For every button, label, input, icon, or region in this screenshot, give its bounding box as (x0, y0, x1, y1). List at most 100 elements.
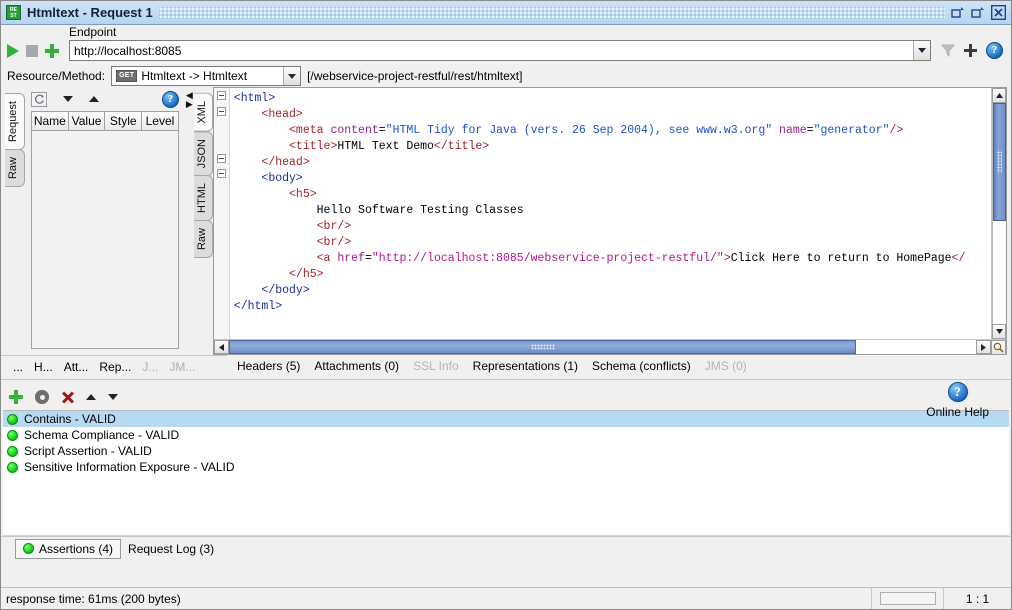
window-title: Htmltext - Request 1 (27, 5, 153, 20)
parameters-table-body[interactable] (32, 131, 178, 348)
resource-method-combo[interactable]: GET Htmltext -> Htmltext (111, 66, 302, 86)
tab-request-log[interactable]: Request Log (3) (121, 540, 221, 558)
tab-html[interactable]: HTML (193, 174, 213, 221)
fold-toggle-icon[interactable] (216, 106, 226, 116)
scroll-down-button[interactable] (992, 324, 1007, 339)
scroll-left-button[interactable] (213, 340, 229, 354)
scroll-right-button[interactable] (976, 340, 992, 354)
endpoint-dropdown-button[interactable] (913, 41, 930, 60)
status-ratio: 1 : 1 (943, 587, 1011, 609)
help-icon[interactable]: ? (161, 90, 179, 108)
delete-assertion-button[interactable] (61, 391, 74, 404)
column-header-level[interactable]: Level (142, 112, 178, 131)
column-header-value[interactable]: Value (68, 112, 106, 131)
code-line: <br/> (316, 236, 352, 249)
tab-jms-headers[interactable]: J... (142, 360, 158, 374)
list-item[interactable]: Contains - VALID (3, 411, 1009, 427)
endpoint-label: Endpoint (69, 25, 117, 39)
tab-response-representations[interactable]: Representations (1) (473, 359, 578, 373)
help-icon[interactable]: ? (986, 42, 1003, 59)
vertical-scroll-thumb[interactable] (993, 103, 1007, 221)
response-vertical-scrollbar[interactable] (991, 88, 1007, 339)
code-line: </html> (233, 300, 283, 313)
tab-json[interactable]: JSON (193, 130, 213, 176)
column-header-style[interactable]: Style (105, 112, 143, 131)
close-icon[interactable] (991, 5, 1006, 20)
response-code[interactable]: <html> <head> <meta content="HTML Tidy f… (230, 88, 991, 339)
assertions-list[interactable]: Contains - VALID Schema Compliance - VAL… (3, 410, 1009, 536)
tab-raw-request[interactable]: Raw (5, 148, 25, 187)
code-line: <title>HTML Text Demo</title> (289, 140, 490, 153)
tab-request[interactable]: Request (5, 93, 25, 150)
endpoint-tools: ? (931, 42, 1005, 61)
refresh-icon[interactable] (31, 91, 47, 107)
scroll-thumb-grip (997, 151, 1003, 173)
online-help-button[interactable]: ? Online Help (926, 382, 989, 419)
response-horizontal-scrollbar[interactable] (213, 339, 1007, 355)
tab-params[interactable]: ... (13, 360, 23, 374)
status-bar: response time: 61ms (200 bytes) 1 : 1 (1, 587, 1011, 609)
restore-icon[interactable] (951, 5, 966, 20)
maximize-icon[interactable] (971, 5, 986, 20)
column-header-name[interactable]: Name (32, 112, 69, 131)
scroll-up-button[interactable] (992, 88, 1007, 103)
resource-method-label: Resource/Method: (7, 69, 106, 83)
collapse-right-icon[interactable]: ▶ (186, 100, 193, 109)
parameters-table-header: Name Value Style Level (32, 112, 178, 131)
tab-jms[interactable]: JMS (0) (705, 359, 747, 373)
status-valid-icon (7, 445, 18, 457)
assertion-label: Sensitive Information Exposure - VALID (24, 460, 235, 474)
chevron-down-icon (288, 73, 297, 79)
fold-toggle-icon[interactable] (216, 153, 226, 163)
move-assertion-up-button[interactable] (86, 394, 96, 400)
panel-splitter[interactable]: ◀ ▶ (185, 87, 194, 355)
endpoint-combo[interactable]: http://localhost:8085 (69, 40, 931, 61)
fold-toggle-icon[interactable] (216, 169, 226, 178)
rest-icon: RE ST (6, 5, 21, 20)
resource-path: [/webservice-project-restful/rest/htmlte… (307, 69, 523, 83)
resource-method-dropdown-button[interactable] (283, 67, 301, 85)
tab-ssl-info[interactable]: SSL Info (413, 359, 459, 373)
vertical-scroll-track[interactable] (992, 103, 1007, 324)
submit-request-button[interactable] (7, 44, 19, 58)
title-drag-grip[interactable] (158, 6, 945, 19)
tab-assertions[interactable]: Assertions (4) (15, 538, 122, 559)
horizontal-scroll-track[interactable] (228, 340, 977, 354)
gear-icon[interactable] (35, 390, 49, 404)
tab-schema[interactable]: Schema (conflicts) (592, 359, 691, 373)
code-fold-gutter (213, 88, 230, 339)
response-vertical-tabs: XML JSON HTML Raw (193, 87, 213, 355)
tab-response-attachments[interactable]: Attachments (0) (314, 359, 399, 373)
resource-method-bar: Resource/Method: GET Htmltext -> Htmltex… (1, 65, 1011, 87)
code-line: <meta content="HTML Tidy for Java (vers.… (289, 124, 904, 137)
add-assertion-button[interactable] (9, 390, 23, 404)
tab-jms-property[interactable]: JM... (169, 360, 195, 374)
tab-xml[interactable]: XML (193, 93, 213, 132)
chevron-down-icon[interactable] (63, 96, 73, 102)
filter-icon[interactable] (940, 44, 956, 58)
tab-attachments[interactable]: Att... (64, 360, 89, 374)
list-item[interactable]: Schema Compliance - VALID (3, 427, 1009, 443)
response-editor: <html> <head> <meta content="HTML Tidy f… (212, 87, 1008, 355)
endpoint-input[interactable]: http://localhost:8085 (70, 44, 913, 58)
tab-representations[interactable]: Rep... (99, 360, 131, 374)
cancel-request-button[interactable] (26, 45, 38, 57)
endpoint-toolbar: Endpoint http://localhost:8085 ? (1, 25, 1011, 65)
fold-toggle-icon[interactable] (216, 91, 226, 100)
move-assertion-down-button[interactable] (108, 394, 118, 400)
tab-raw-response[interactable]: Raw (193, 219, 213, 258)
horizontal-scroll-thumb[interactable] (228, 340, 857, 354)
list-item[interactable]: Sensitive Information Exposure - VALID (3, 459, 1009, 475)
tab-headers[interactable]: H... (34, 360, 53, 374)
chevron-up-icon[interactable] (89, 96, 99, 102)
zoom-search-icon[interactable] (991, 340, 1007, 355)
plus-icon[interactable] (964, 44, 977, 57)
request-response-split: Request Raw ? Name Value Style Level ◀ ▶… (1, 87, 1011, 355)
collapse-left-icon[interactable]: ◀ (186, 91, 193, 100)
code-line: <body> (261, 172, 303, 185)
list-item[interactable]: Script Assertion - VALID (3, 443, 1009, 459)
request-vertical-tabs: Request Raw (5, 87, 25, 355)
request-bottom-tabs: ... H... Att... Rep... J... JM... (1, 355, 227, 377)
tab-response-headers[interactable]: Headers (5) (237, 359, 300, 373)
add-endpoint-button[interactable] (45, 44, 59, 58)
